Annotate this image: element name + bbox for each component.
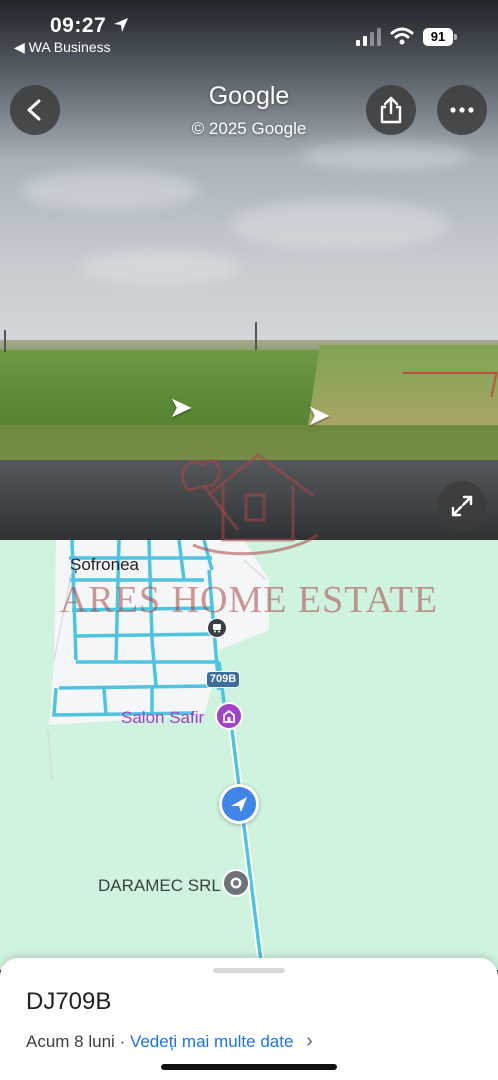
poi-label-daramec[interactable]: DARAMEC SRL xyxy=(98,876,221,896)
battery-icon: 91 xyxy=(423,28,457,46)
more-icon xyxy=(450,107,474,113)
navigation-arrow-icon xyxy=(231,797,247,812)
current-location-marker xyxy=(219,784,259,824)
share-button[interactable] xyxy=(366,85,416,135)
signal-icon xyxy=(356,28,381,46)
salon-pin-icon[interactable] xyxy=(215,702,243,730)
road-number-badge: 709B xyxy=(206,671,240,688)
image-age-text: Acum 8 luni xyxy=(26,1032,115,1051)
bottom-sheet[interactable]: DJ709B Acum 8 luni · Vedeți mai multe da… xyxy=(0,958,498,1080)
watermark-text: ARES HOME ESTATE xyxy=(59,579,439,621)
more-button[interactable] xyxy=(437,85,487,135)
page-title: Google xyxy=(208,82,290,110)
village-label: Șofronea xyxy=(70,555,139,574)
watermark-logo xyxy=(181,453,319,556)
status-bar: 09:27 ◀ WA Business 91 xyxy=(0,0,498,58)
wifi-icon xyxy=(390,27,414,45)
more-dates-link[interactable]: Vedeți mai multe date xyxy=(130,1032,293,1051)
chevron-right-icon[interactable]: › xyxy=(306,1030,313,1052)
road-name-title: DJ709B xyxy=(26,988,112,1015)
share-icon xyxy=(380,96,402,124)
battery-level: 91 xyxy=(423,28,453,46)
separator: · xyxy=(114,1032,130,1051)
sheet-subtitle: Acum 8 luni · Vedeți mai multe date › xyxy=(26,1030,313,1053)
place-pin-icon[interactable] xyxy=(222,869,250,897)
pano-arrow-right-icon[interactable]: ➤ xyxy=(308,400,330,431)
plot-boundary-marker xyxy=(397,372,498,397)
expand-icon xyxy=(451,495,473,517)
expand-button[interactable] xyxy=(437,481,487,531)
poi-label-salon[interactable]: Salon Safir xyxy=(121,708,204,728)
pano-arrow-left-icon[interactable]: ➤ xyxy=(170,392,192,423)
status-time: 09:27 xyxy=(50,14,107,37)
home-indicator[interactable] xyxy=(161,1064,337,1070)
location-arrow-icon xyxy=(114,18,128,32)
back-to-app-link[interactable]: ◀ WA Business xyxy=(14,39,111,56)
sheet-grabber[interactable] xyxy=(213,968,285,973)
copyright-text: © 2025 Google xyxy=(191,119,307,138)
